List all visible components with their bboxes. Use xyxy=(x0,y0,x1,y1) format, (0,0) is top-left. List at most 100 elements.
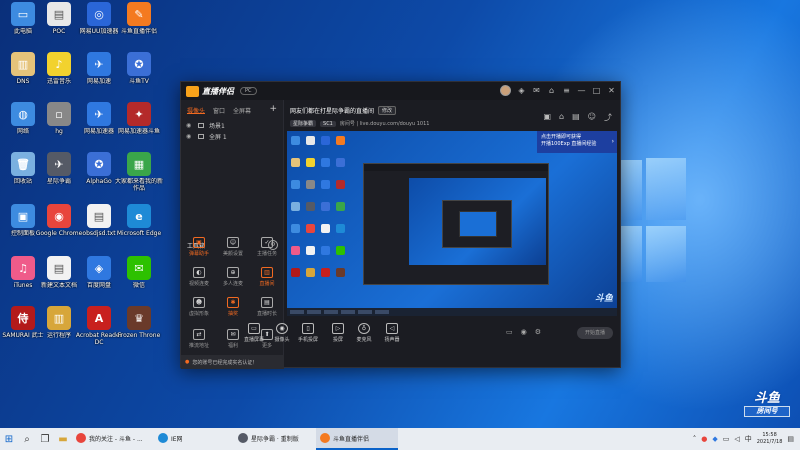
record-icon[interactable]: ▭ xyxy=(506,328,513,336)
desktop-app-icon: ▤ xyxy=(47,2,71,26)
network-icon[interactable]: ▭ xyxy=(723,435,730,443)
menu-icon[interactable]: ≡ xyxy=(562,86,571,95)
desktop-icon[interactable]: ✦ 网易加速器斗鱼 xyxy=(116,102,162,150)
shirt-icon[interactable]: ⌂ xyxy=(547,86,556,95)
wallpaper-pane xyxy=(646,226,686,282)
desktop-icon[interactable]: ✉ 微信 xyxy=(116,256,162,304)
tray-app-icon[interactable]: ● xyxy=(701,435,707,443)
control-button[interactable]: ◁ 扬声器 xyxy=(377,323,407,343)
tray-expand-icon[interactable]: ˄ xyxy=(693,435,697,443)
taskbar-app[interactable]: 斗鱼直播伴侣 xyxy=(316,428,398,450)
desktop-icon-label: 网易加速器斗鱼 xyxy=(117,128,160,135)
live-preview[interactable]: 点击开播即可获得 开播100Exp 直播间经验 › 斗鱼 xyxy=(287,131,617,316)
toolbox-item[interactable]: ✱ 抽奖 xyxy=(218,297,248,323)
notification-icon[interactable]: ▤ xyxy=(787,435,794,443)
taskbar-app-icon xyxy=(158,433,168,443)
skin-icon[interactable]: ◈ xyxy=(517,86,526,95)
minimize-icon[interactable]: — xyxy=(577,86,586,95)
tab-window[interactable]: 窗口 xyxy=(213,106,225,115)
clock[interactable]: 15:58 2021/7/18 xyxy=(757,432,783,446)
control-button[interactable]: ♁ 麦克风 xyxy=(349,323,379,343)
desktop-app-icon: ▤ xyxy=(87,204,111,228)
start-live-button[interactable]: 开始直播 xyxy=(577,327,613,339)
preview-app-icon xyxy=(291,180,300,189)
input-method-icon[interactable]: 中 xyxy=(745,434,752,444)
control-icon: ▯ xyxy=(302,323,314,334)
wallpaper-pane xyxy=(646,158,686,220)
desktop-icon[interactable]: ▦ 大家都来看我的新作品 xyxy=(115,152,163,200)
scene-item[interactable]: ◉ 全屏 1 xyxy=(181,131,283,142)
desktop-app-icon: ◈ xyxy=(87,256,111,280)
badge-logo: 斗鱼 xyxy=(753,391,780,406)
lock-icon[interactable]: ⌂ xyxy=(559,112,564,123)
toolbox-item[interactable]: ☺ 美颜设置 xyxy=(218,237,248,263)
share-icon[interactable]: ⤴ xyxy=(604,112,612,123)
file-explorer-icon[interactable]: ▬ xyxy=(54,428,72,450)
desktop-icon[interactable]: ♛ Frozen Throne xyxy=(116,306,162,354)
volume-icon[interactable]: ◁ xyxy=(734,435,739,443)
message-icon[interactable]: ✉ xyxy=(532,86,541,95)
room-category[interactable]: 星际争霸 xyxy=(290,120,317,127)
toolbox-item[interactable]: ▥ 直播间 xyxy=(252,267,282,293)
preview-app-icon xyxy=(321,246,330,255)
version-badge[interactable]: PC xyxy=(240,87,257,95)
preview-app-icon xyxy=(336,268,345,277)
toolbox-icon: ☻ xyxy=(193,297,205,308)
gift-icon[interactable]: ▣ xyxy=(543,112,551,123)
titlebar-controls: ◈ ✉ ⌂ ≡ — □ ✕ xyxy=(500,85,616,96)
toolbox-item[interactable]: ☻ 虚拟形象 xyxy=(184,297,214,323)
window-titlebar[interactable]: 直播伴侣 PC ◈ ✉ ⌂ ≡ — □ ✕ xyxy=(181,82,620,100)
lock-icon[interactable] xyxy=(198,134,204,139)
taskbar-app[interactable]: 我的关注 - 斗鱼 - ... xyxy=(72,428,154,450)
eye-icon[interactable]: ◉ xyxy=(186,133,192,140)
scene-label: 全屏 1 xyxy=(209,134,227,141)
control-button[interactable]: ▯ 手机投屏 xyxy=(293,323,323,343)
taskbar-app[interactable]: 星际争霸 · 重制版 xyxy=(234,428,316,450)
scene-item[interactable]: ◉ 场景1 xyxy=(181,120,283,131)
desktop-app-icon: 侍 xyxy=(11,306,35,330)
toolbox-item[interactable]: ▣ 弹幕助手 xyxy=(184,237,214,263)
desktop-icon[interactable]: ✪ 斗鱼TV xyxy=(116,52,162,100)
tray-app-icon[interactable]: ◆ xyxy=(712,435,717,443)
lock-icon[interactable] xyxy=(198,123,204,128)
control-label: 手机投屏 xyxy=(297,337,318,343)
windows-start-icon[interactable]: ⊞ xyxy=(0,428,18,450)
clipboard-icon[interactable]: ▤ xyxy=(572,112,580,123)
tab-camera[interactable]: 摄像头 xyxy=(187,106,206,115)
desktop-icon[interactable]: ✎ 斗鱼直播伴侣 xyxy=(116,2,162,50)
settings-icon[interactable]: ⚙ xyxy=(535,328,541,336)
promo-banner[interactable]: 点击开播即可获得 开播100Exp 直播间经验 › xyxy=(537,131,617,153)
eye-icon[interactable]: ◉ xyxy=(186,122,192,129)
streaming-companion-window[interactable]: 直播伴侣 PC ◈ ✉ ⌂ ≡ — □ ✕ 摄像头 窗口 全屏幕 + ◉ 场景1… xyxy=(180,81,621,369)
taskbar-app-icon xyxy=(320,433,330,443)
preview-app-icon xyxy=(291,158,300,167)
desktop-app-icon: ✪ xyxy=(127,52,151,76)
desktop-app-icon: e xyxy=(127,204,151,228)
taskbar-app[interactable]: IE网 xyxy=(154,428,234,450)
preview-taskbar xyxy=(287,308,617,316)
desktop-icon[interactable]: e Microsoft Edge xyxy=(116,204,162,252)
tab-fullscreen[interactable]: 全屏幕 xyxy=(233,106,251,115)
add-source-icon[interactable]: + xyxy=(269,105,277,114)
toolbox-item[interactable]: ✓ 主播任务 xyxy=(252,237,282,263)
toolbox-item[interactable]: ◐ 视频连麦 xyxy=(184,267,214,293)
source-tabs: 摄像头 窗口 全屏幕 + xyxy=(181,100,283,115)
task-view-icon[interactable]: ❐ xyxy=(36,428,54,450)
search-icon[interactable]: ⌕ xyxy=(18,428,36,450)
control-button[interactable]: ▭ 直播屏幕 xyxy=(239,323,269,343)
taskbar-app-label: IE网 xyxy=(171,435,183,443)
user-icon[interactable]: ☺ xyxy=(588,112,596,123)
close-icon[interactable]: ✕ xyxy=(607,86,616,95)
preview-app-icon xyxy=(306,268,315,277)
toolbox-item[interactable]: ⊕ 多人连麦 xyxy=(218,267,248,293)
room-id-tag[interactable]: SC1 xyxy=(320,120,336,127)
toolbox-item[interactable]: ⇄ 推流地址 xyxy=(184,329,214,355)
avatar[interactable] xyxy=(500,85,511,96)
taskbar-app-label: 斗鱼直播伴侣 xyxy=(333,435,370,443)
verification-notice[interactable]: ● 您的账号已经完成实名认证！ xyxy=(181,355,284,369)
maximize-icon[interactable]: □ xyxy=(592,86,601,95)
edit-title-button[interactable]: 修改 xyxy=(378,106,397,115)
control-icon: ♁ xyxy=(358,323,370,334)
toolbox-item[interactable]: ▤ 直播时长 xyxy=(252,297,282,323)
eye-icon[interactable]: ◉ xyxy=(521,328,527,336)
